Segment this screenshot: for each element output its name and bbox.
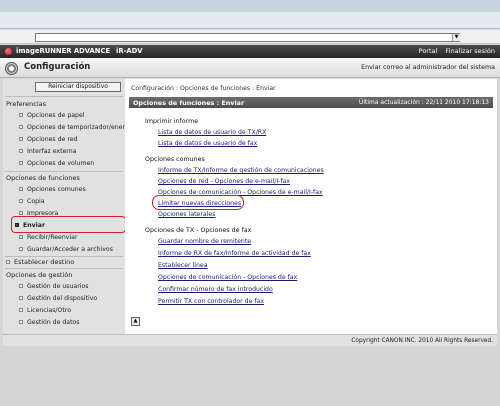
sidebar-section-preferencias: Preferencias xyxy=(6,100,47,108)
bullet-icon xyxy=(19,308,23,312)
sidebar-item-datos[interactable]: Gestión de datos xyxy=(19,319,80,326)
bullet-icon xyxy=(19,284,23,288)
footer: Copyright CANON INC. 2010 All Rights Res… xyxy=(3,334,497,346)
bullet-icon xyxy=(19,137,23,141)
breadcrumb: Configuración : Opciones de funciones : … xyxy=(131,85,276,92)
sidebar-item-dispositivo[interactable]: Gestión del dispositivo xyxy=(19,295,97,302)
sidebar-item-guardar[interactable]: Guardar/Acceder a archivos xyxy=(19,246,113,253)
link-informe-tx[interactable]: Informe de TX/Informe de gestión de comu… xyxy=(158,167,324,174)
link-red-email[interactable]: Opciones de red - Opciones de e-mail/I-f… xyxy=(158,178,290,185)
link-establecer-linea[interactable]: Establecer línea xyxy=(158,262,207,269)
sidebar-item-usuarios[interactable]: Gestión de usuarios xyxy=(19,283,88,290)
sidebar-section-gestion: Opciones de gestión xyxy=(6,271,73,279)
brand-name: imageRUNNER ADVANCE xyxy=(16,47,111,55)
back-to-top-icon[interactable]: ▲ xyxy=(131,317,140,326)
sidebar: Reiniciar dispositivo Preferencias Opcio… xyxy=(3,79,134,334)
portal-link[interactable]: Portal xyxy=(419,47,438,55)
bullet-icon xyxy=(19,235,23,239)
sidebar-item-temporizador[interactable]: Opciones de temporizador/energía xyxy=(19,124,134,131)
browser-titlebar xyxy=(0,0,500,12)
sidebar-item-interfaz[interactable]: Interfaz externa xyxy=(19,148,76,155)
canon-logo-icon xyxy=(5,48,12,55)
address-dropdown-icon[interactable]: ▼ xyxy=(452,34,460,41)
logout-link[interactable]: Finalizar sesión xyxy=(445,47,495,55)
main-content: Configuración : Opciones de funciones : … xyxy=(125,79,497,334)
title-bar: Configuración Enviar correo al administr… xyxy=(0,58,500,78)
email-admin-link[interactable]: Enviar correo al administrador del siste… xyxy=(361,64,495,71)
bullet-icon xyxy=(19,125,23,129)
link-lista-txrx[interactable]: Lista de datos de usuario de TX/RX xyxy=(158,129,266,136)
bullet-icon xyxy=(19,113,23,117)
sidebar-divider xyxy=(5,256,123,257)
address-input[interactable] xyxy=(35,33,460,42)
bottom-empty-area xyxy=(0,346,500,406)
copyright: Copyright CANON INC. 2010 All Rights Res… xyxy=(351,338,493,344)
highlight-box-enviar xyxy=(11,216,126,233)
page-title: Configuración xyxy=(24,62,91,72)
section-imprimir-informe: Imprimir informe xyxy=(145,118,199,125)
settings-gear-icon xyxy=(5,62,18,75)
sidebar-section-funciones: Opciones de funciones xyxy=(6,174,80,182)
link-comunicacion-fax[interactable]: Opciones de comunicación - Opciones de f… xyxy=(158,274,297,281)
link-guardar-remitente[interactable]: Guardar nombre de remitente xyxy=(158,238,251,245)
bullet-icon xyxy=(6,260,10,264)
bullet-icon xyxy=(19,187,23,191)
sidebar-item-papel[interactable]: Opciones de papel xyxy=(19,112,85,119)
reboot-device-button[interactable]: Reiniciar dispositivo xyxy=(35,82,121,92)
section-opciones-comunes: Opciones comunes xyxy=(145,156,205,163)
last-updated: Última actualización : 22/11 2010 17:18:… xyxy=(358,98,489,106)
link-confirmar-numero[interactable]: Confirmar número de fax introducido xyxy=(158,286,273,293)
sidebar-item-comunes[interactable]: Opciones comunes xyxy=(19,186,86,193)
link-opciones-laterales[interactable]: Opciones laterales xyxy=(158,211,215,218)
bullet-icon xyxy=(19,247,23,251)
sidebar-item-establecer-destino[interactable]: Establecer destino xyxy=(6,258,74,266)
link-lista-fax[interactable]: Lista de datos de usuario de fax xyxy=(158,140,257,147)
device-model: iR-ADV xyxy=(116,47,143,55)
bullet-icon xyxy=(19,320,23,324)
bullet-icon xyxy=(19,199,23,203)
bullet-icon xyxy=(19,211,23,215)
bullet-icon xyxy=(19,161,23,165)
panel-title: Opciones de funciones : Enviar xyxy=(133,98,245,107)
sidebar-divider xyxy=(5,268,123,269)
sidebar-divider xyxy=(5,171,123,172)
bullet-icon xyxy=(19,296,23,300)
sidebar-item-volumen[interactable]: Opciones de volumen xyxy=(19,160,94,167)
sidebar-item-red[interactable]: Opciones de red xyxy=(19,136,77,143)
link-limitar-direcciones[interactable]: Limitar nuevas direcciones xyxy=(158,200,241,207)
app-header: imageRUNNER ADVANCE iR-ADV Portal Finali… xyxy=(0,45,500,58)
browser-toolbar xyxy=(0,12,500,29)
link-informe-rx-fax[interactable]: Informe de RX de fax/Informe de activida… xyxy=(158,250,311,257)
panel-header: Opciones de funciones : Enviar Última ac… xyxy=(129,97,493,108)
bullet-icon xyxy=(19,149,23,153)
sidebar-item-recibir[interactable]: Recibir/Reenviar xyxy=(19,234,78,241)
section-opciones-fax: Opciones de TX - Opciones de fax xyxy=(145,227,252,234)
sidebar-divider xyxy=(5,96,123,97)
sidebar-item-licencias[interactable]: Licencias/Otro xyxy=(19,307,71,314)
link-permitir-tx[interactable]: Permitir TX con controlador de fax xyxy=(158,298,264,305)
sidebar-item-copia[interactable]: Copia xyxy=(19,198,45,205)
